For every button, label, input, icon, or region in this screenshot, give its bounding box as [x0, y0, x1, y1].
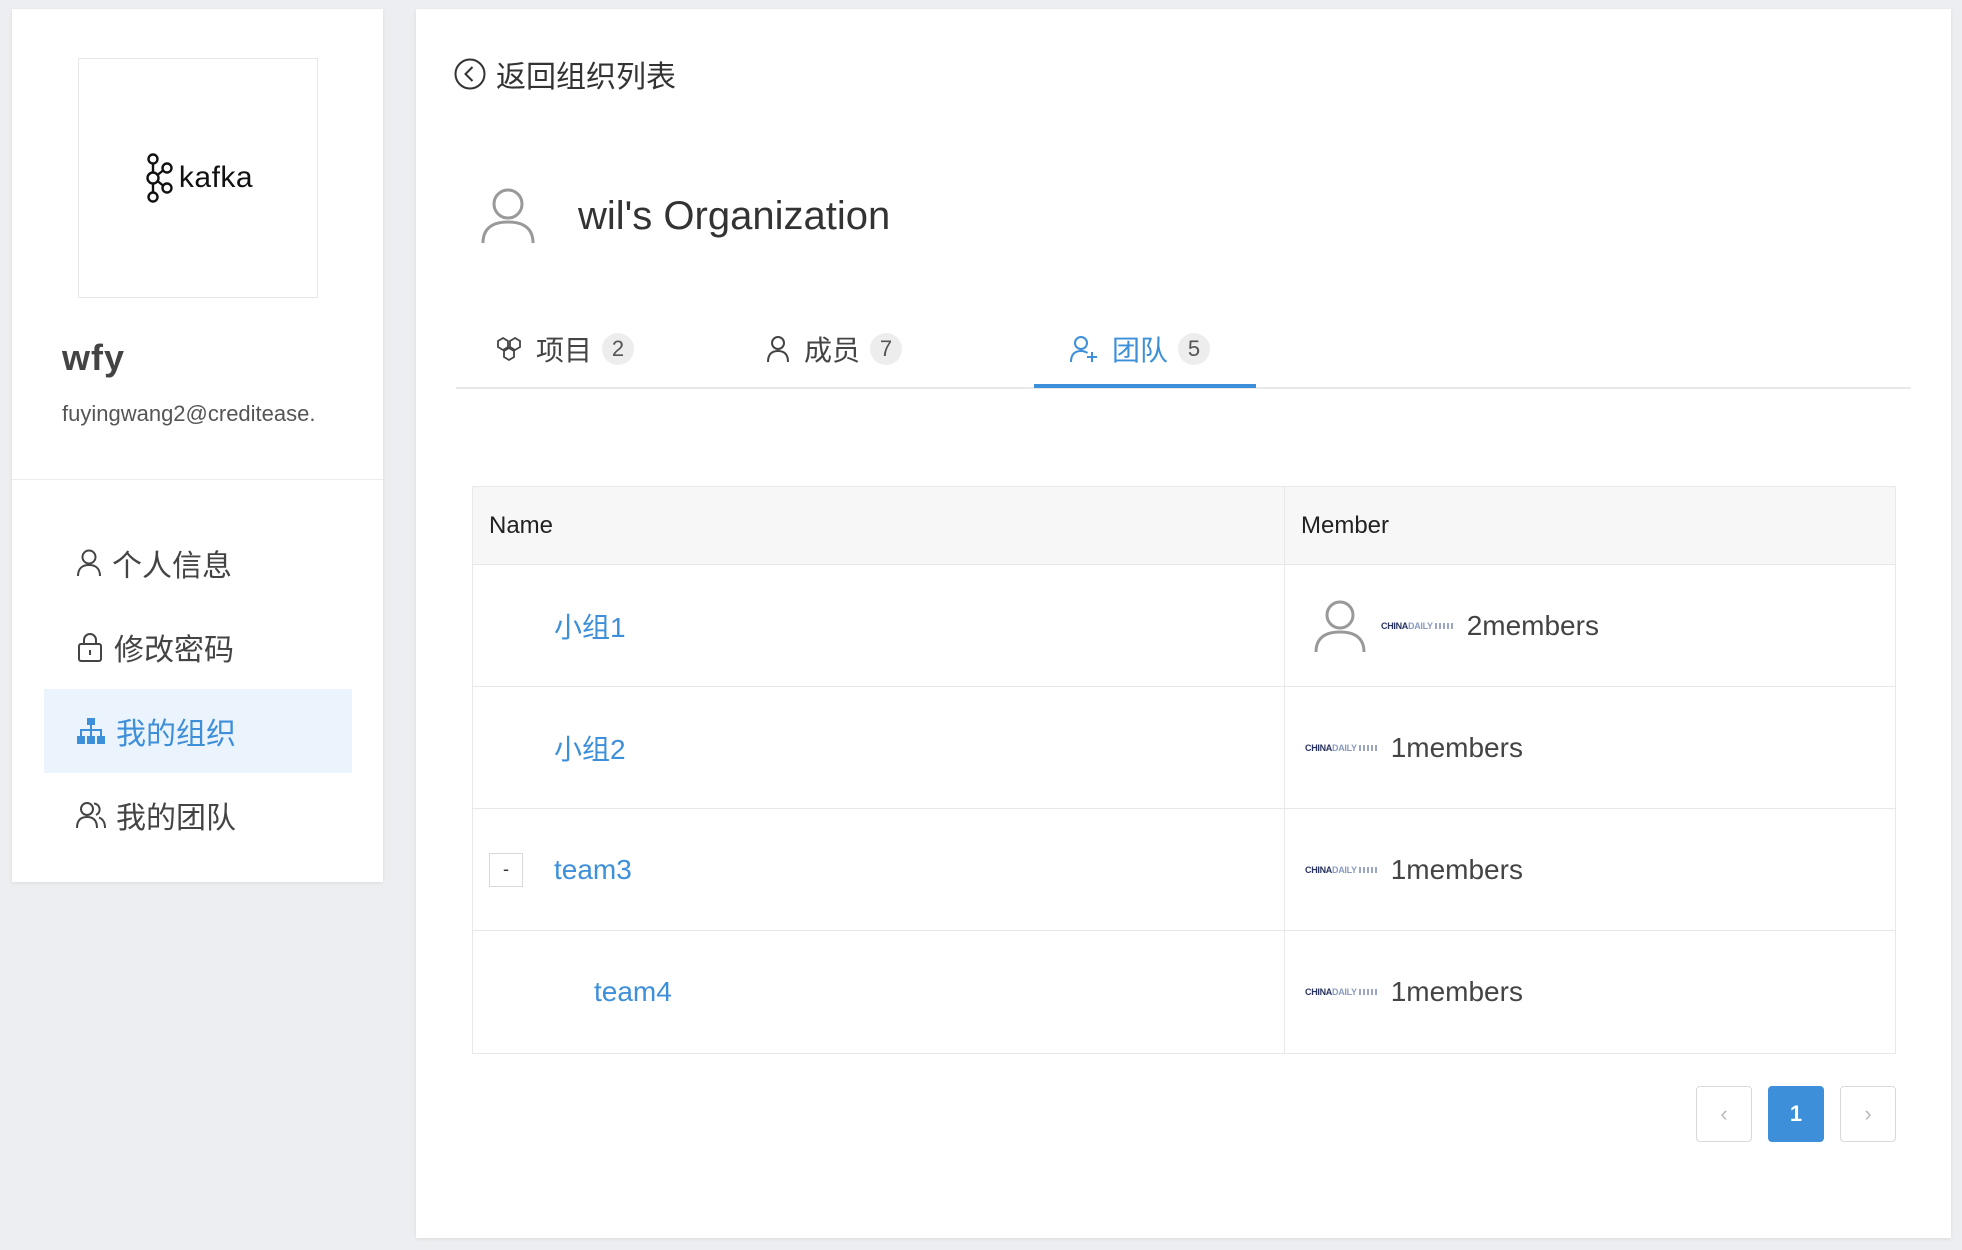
table-row: 小组1 CHINA DAILY 2members: [473, 565, 1895, 687]
chinadaily-logo-icon: CHINA DAILY: [1305, 741, 1377, 755]
organization-avatar-icon: [481, 188, 535, 244]
team-link[interactable]: 小组2: [554, 728, 626, 768]
menu-item-label: 我的团队: [116, 802, 236, 835]
organization-logo: kafka: [78, 58, 318, 298]
user-name: wfy: [62, 337, 126, 378]
member-count: 2members: [1466, 609, 1599, 641]
member-cell: CHINA DAILY 2members: [1285, 565, 1895, 686]
page-1-button[interactable]: 1: [1768, 1086, 1824, 1142]
user-icon: [77, 549, 101, 577]
menu-item-my-team[interactable]: 我的团队: [44, 773, 352, 857]
sidebar-menu: 个人信息 修改密码 我的组织 我的团队: [44, 521, 352, 857]
column-header-member: Member: [1301, 511, 1390, 539]
member-cell: CHINA DAILY 1members: [1285, 809, 1895, 930]
menu-item-my-organization[interactable]: 我的组织: [44, 689, 352, 773]
menu-item-label: 我的组织: [116, 718, 236, 751]
member-icon: [767, 336, 789, 363]
name-cell: - team3: [473, 809, 1285, 930]
chinadaily-logo-icon: CHINA DAILY: [1305, 985, 1377, 999]
chinadaily-logo-icon: CHINA DAILY: [1305, 863, 1377, 877]
column-header-name: Name: [473, 487, 1285, 564]
organization-title: wil's Organization: [578, 193, 891, 238]
tab-teams[interactable]: 团队 5: [1034, 309, 1211, 389]
name-cell: 小组2: [473, 687, 1285, 808]
chinadaily-logo-icon: CHINA DAILY: [1381, 619, 1453, 633]
tab-projects[interactable]: 项目 2: [496, 309, 635, 389]
circle-chevron-left-icon: [454, 58, 486, 90]
tab-members[interactable]: 成员 7: [766, 309, 903, 389]
member-count: 1members: [1390, 976, 1523, 1007]
team-link[interactable]: team3: [554, 854, 632, 886]
team-link[interactable]: team4: [594, 976, 672, 1008]
divider: [12, 479, 383, 480]
kafka-logo-icon: [146, 153, 173, 203]
member-cell: CHINA DAILY 1members: [1285, 931, 1895, 1053]
table-header: Name Member: [473, 487, 1895, 565]
next-page-button[interactable]: ›: [1840, 1086, 1896, 1142]
team-add-icon: [1070, 336, 1097, 363]
tab-bar: 项目 2 成员 7 团队 5: [456, 309, 1911, 389]
tab-count-badge: 2: [602, 333, 635, 365]
member-count: 1members: [1390, 853, 1523, 885]
organization-header: wil's Organization: [480, 187, 890, 245]
lock-icon: [78, 633, 102, 662]
member-avatars: CHINA DAILY 1members: [1285, 976, 1523, 1008]
back-to-org-list-button[interactable]: 返回组织列表: [454, 52, 676, 96]
tab-count-badge: 7: [870, 333, 903, 365]
name-cell: team4: [473, 931, 1285, 1053]
table-row: - team3 CHINA DAILY 1members: [473, 809, 1895, 931]
projects-icon: [497, 336, 521, 362]
name-cell: 小组1: [473, 565, 1285, 686]
org-tree-icon: [77, 718, 105, 744]
menu-item-profile[interactable]: 个人信息: [44, 521, 352, 605]
tab-label: 团队: [1112, 335, 1169, 366]
prev-page-button[interactable]: ‹: [1696, 1086, 1752, 1142]
tab-label: 成员: [804, 335, 861, 366]
table-row: team4 CHINA DAILY 1members: [473, 931, 1895, 1053]
user-email: fuyingwang2@creditease.: [62, 401, 316, 426]
sidebar: kafka wfy fuyingwang2@creditease. 个人信息 修…: [12, 9, 383, 882]
team-icon: [76, 802, 106, 829]
member-avatars: CHINA DAILY 1members: [1285, 732, 1523, 764]
member-cell: CHINA DAILY 1members: [1285, 687, 1895, 808]
logo-text: kafka: [178, 161, 254, 194]
member-avatars: CHINA DAILY 1members: [1285, 854, 1523, 886]
member-count: 1members: [1390, 731, 1523, 763]
menu-item-label: 个人信息: [112, 550, 232, 583]
team-link[interactable]: 小组1: [554, 606, 626, 646]
menu-item-label: 修改密码: [114, 634, 234, 667]
default-avatar-icon: [1314, 600, 1366, 652]
table-row: 小组2 CHINA DAILY 1members: [473, 687, 1895, 809]
tab-count-badge: 5: [1178, 333, 1211, 365]
member-avatars: CHINA DAILY 2members: [1285, 599, 1599, 653]
teams-table: Name Member 小组1 CHINADAILY 2members 小组2: [472, 486, 1896, 1054]
back-label: 返回组织列表: [496, 61, 676, 94]
active-tab-indicator: [1034, 384, 1256, 388]
menu-item-change-password[interactable]: 修改密码: [44, 605, 352, 689]
tab-label: 项目: [536, 335, 593, 366]
collapse-row-button[interactable]: -: [489, 852, 523, 887]
main-panel: 返回组织列表 wil's Organization 项目 2 成员 7 团队 5…: [416, 9, 1951, 1238]
